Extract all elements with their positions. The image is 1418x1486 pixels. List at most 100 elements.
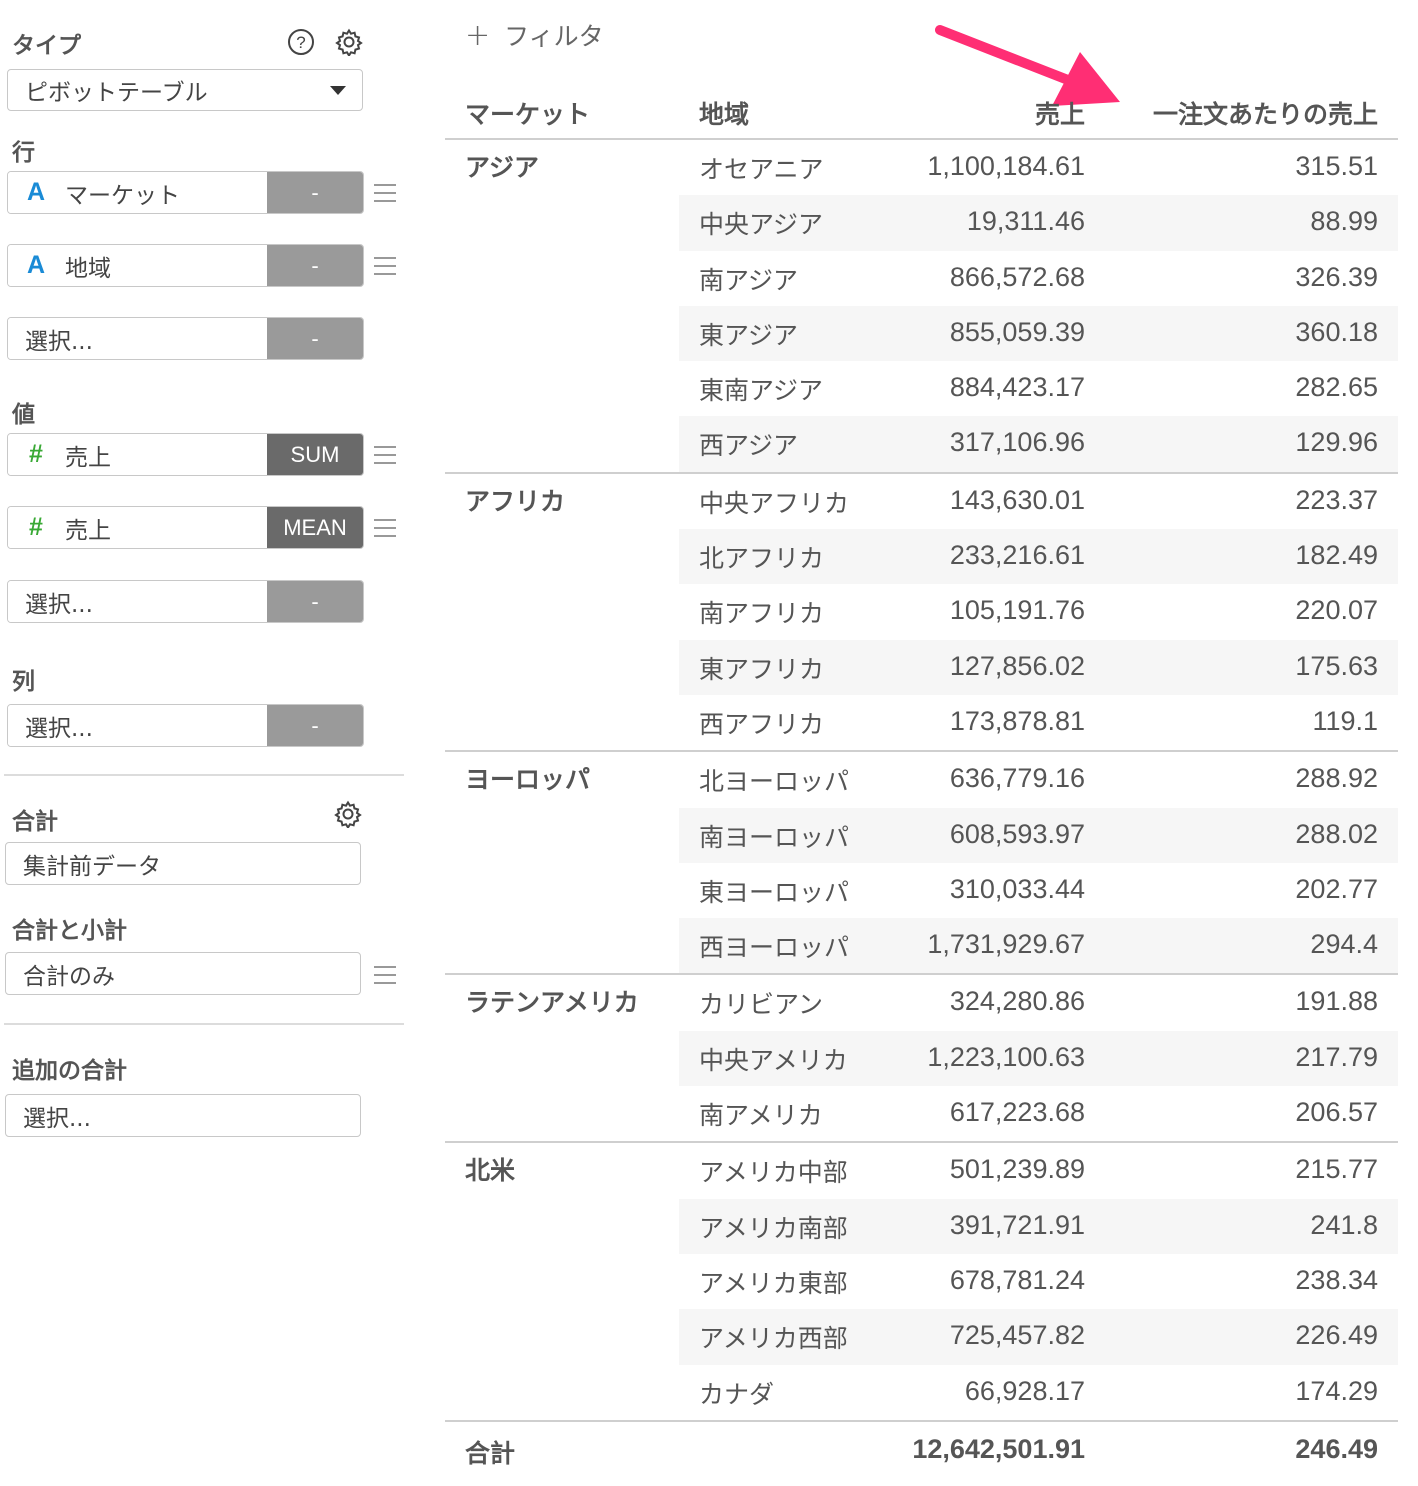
region-cell: 中央アジア xyxy=(699,210,824,240)
table-row: 中央アフリカ 143,630.01 223.37 xyxy=(679,474,1398,529)
drag-handle-icon[interactable] xyxy=(374,966,396,984)
row-field-market[interactable]: A マーケット - xyxy=(7,171,364,214)
total-label: 合計 xyxy=(12,809,58,835)
total-mean: 246.49 xyxy=(1295,1433,1378,1464)
string-type-icon: A xyxy=(26,178,46,206)
add-filter-button[interactable]: + フィルタ xyxy=(465,18,604,53)
gear-icon[interactable] xyxy=(334,27,364,57)
value-field-sales-mean[interactable]: # 売上 MEAN xyxy=(7,506,364,549)
region-cell: アメリカ西部 xyxy=(699,1324,848,1354)
value-field-name[interactable]: # 売上 xyxy=(8,507,267,548)
mean-cell: 288.92 xyxy=(1295,763,1378,794)
region-cell: 西アジア xyxy=(699,431,799,461)
chart-type-select[interactable]: ピボットテーブル xyxy=(7,69,363,111)
row-field-region-name[interactable]: A 地域 xyxy=(8,245,267,286)
market-name: アフリカ xyxy=(465,486,566,516)
market-group: ヨーロッパ 北ヨーロッパ 636,779.16 288.92 南ヨーロッパ 608,593… xyxy=(445,752,1398,976)
table-row: 西ヨーロッパ 1,731,929.67 294.4 xyxy=(679,918,1398,974)
table-row: カナダ 66,928.17 174.29 xyxy=(679,1365,1398,1420)
subtotal-mode-select[interactable]: 合計のみ xyxy=(5,952,361,995)
number-type-icon: # xyxy=(29,440,43,468)
row-field-label: マーケット xyxy=(65,182,180,209)
region-cell: 東アフリカ xyxy=(699,654,825,684)
subtotal-label: 合計と小計 xyxy=(12,918,127,944)
svg-text:?: ? xyxy=(296,33,305,52)
columns-label: 列 xyxy=(12,669,35,695)
value-field-select-name[interactable]: 選択... xyxy=(8,581,267,622)
sales-cell: 725,457.82 xyxy=(949,1320,1085,1351)
pivot-settings-panel: タイプ ? ピボットテーブル 行 A マーケット - A 地域 - 選択... … xyxy=(0,0,410,1486)
mean-cell: 129.96 xyxy=(1295,427,1378,458)
aggregation-button[interactable]: - xyxy=(267,581,363,622)
drag-handle-icon[interactable] xyxy=(374,257,396,275)
row-field-label: 地域 xyxy=(65,255,111,282)
mean-cell: 294.4 xyxy=(1310,929,1378,960)
total-source-select[interactable]: 集計前データ xyxy=(5,842,361,885)
table-row: 中央アジア 19,311.46 88.99 xyxy=(679,195,1398,251)
value-field-label: 売上 xyxy=(65,444,111,471)
row-field-region[interactable]: A 地域 - xyxy=(7,244,364,287)
region-cell: 中央アフリカ xyxy=(699,488,850,518)
table-row: 南アメリカ 617,223.68 206.57 xyxy=(679,1086,1398,1141)
rows-label: 行 xyxy=(12,140,35,166)
header-mean-sales[interactable]: 一注文あたりの売上 xyxy=(1153,95,1378,131)
table-row: 東アフリカ 127,856.02 175.63 xyxy=(679,639,1398,695)
column-field-agg-button[interactable]: - xyxy=(267,705,363,746)
market-group: アフリカ 中央アフリカ 143,630.01 223.37 北アフリカ 233,216.6… xyxy=(445,474,1398,753)
sales-cell: 143,630.01 xyxy=(949,484,1085,515)
table-row: 南アフリカ 105,191.76 220.07 xyxy=(679,584,1398,639)
row-field-agg-button[interactable]: - xyxy=(267,172,363,213)
row-field-select-name[interactable]: 選択... xyxy=(8,318,267,359)
caret-down-icon xyxy=(330,86,346,95)
column-field-select-name[interactable]: 選択... xyxy=(8,705,267,746)
column-field-select[interactable]: 選択... - xyxy=(7,704,364,747)
sales-cell: 636,779.16 xyxy=(949,763,1085,794)
drag-handle-icon[interactable] xyxy=(374,446,396,464)
market-group: アジア オセアニア 1,100,184.61 315.51 中央アジア 19,311.46… xyxy=(445,140,1398,474)
mean-cell: 217.79 xyxy=(1295,1041,1378,1072)
extra-total-label: 追加の合計 xyxy=(12,1058,127,1084)
value-field-sales-sum[interactable]: # 売上 SUM xyxy=(7,433,364,476)
region-cell: 東アジア xyxy=(699,320,799,350)
mean-cell: 241.8 xyxy=(1310,1209,1378,1240)
help-icon[interactable]: ? xyxy=(286,27,316,57)
market-name: 北米 xyxy=(465,1156,516,1186)
aggregation-button[interactable]: MEAN xyxy=(267,507,363,548)
mean-cell: 202.77 xyxy=(1295,873,1378,904)
sales-cell: 884,423.17 xyxy=(949,372,1085,403)
region-cell: 南アフリカ xyxy=(699,599,825,629)
sales-cell: 324,280.86 xyxy=(949,986,1085,1017)
value-field-label: 売上 xyxy=(65,517,111,544)
row-field-market-name[interactable]: A マーケット xyxy=(8,172,267,213)
filter-label: フィルタ xyxy=(504,22,604,51)
row-field-select[interactable]: 選択... - xyxy=(7,317,364,360)
table-row: アメリカ西部 725,457.82 226.49 xyxy=(679,1309,1398,1365)
mean-cell: 326.39 xyxy=(1295,261,1378,292)
market-name: ヨーロッパ xyxy=(465,765,591,795)
aggregation-button[interactable]: SUM xyxy=(267,434,363,475)
header-region[interactable]: 地域 xyxy=(699,95,749,131)
value-field-name[interactable]: # 売上 xyxy=(8,434,267,475)
header-market[interactable]: マーケット xyxy=(465,95,590,131)
extra-total-select[interactable]: 選択... xyxy=(5,1094,361,1137)
mean-cell: 238.34 xyxy=(1295,1264,1378,1295)
table-row: 北アフリカ 233,216.61 182.49 xyxy=(679,529,1398,585)
mean-cell: 360.18 xyxy=(1295,316,1378,347)
sales-cell: 608,593.97 xyxy=(949,818,1085,849)
value-field-select[interactable]: 選択... - xyxy=(7,580,364,623)
divider xyxy=(4,1023,404,1025)
region-cell: アメリカ中部 xyxy=(699,1158,848,1188)
market-group: ラテンアメリカ カリビアン 324,280.86 191.88 中央アメリカ 1,223,… xyxy=(445,975,1398,1144)
table-row: 東アジア 855,059.39 360.18 xyxy=(679,305,1398,362)
row-field-agg-button[interactable]: - xyxy=(267,245,363,286)
region-cell: 西アフリカ xyxy=(699,709,825,739)
drag-handle-icon[interactable] xyxy=(374,519,396,537)
region-cell: 北ヨーロッパ xyxy=(699,767,850,797)
drag-handle-icon[interactable] xyxy=(374,184,396,202)
region-cell: 北アフリカ xyxy=(699,544,825,574)
header-sales[interactable]: 売上 xyxy=(1035,95,1085,131)
gear-icon[interactable] xyxy=(333,799,363,829)
sales-cell: 173,878.81 xyxy=(949,705,1085,736)
row-field-agg-button[interactable]: - xyxy=(267,318,363,359)
total-label: 合計 xyxy=(465,1438,516,1468)
